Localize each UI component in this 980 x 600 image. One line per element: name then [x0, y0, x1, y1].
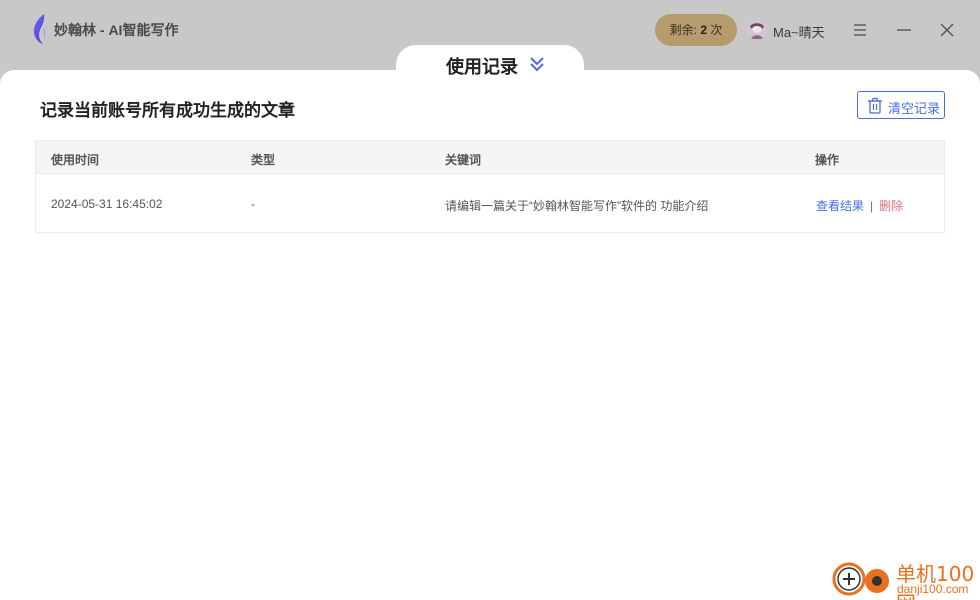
- app-logo-icon: [33, 14, 46, 44]
- clear-records-label: 清空记录: [888, 101, 941, 116]
- app-title: 妙翰林 - AI智能写作: [54, 22, 179, 38]
- cell-actions: 查看结果 | 删除: [816, 197, 903, 214]
- tab-usage-records[interactable]: 使用记录: [446, 53, 518, 79]
- menu-icon[interactable]: [851, 21, 869, 39]
- trash-icon: [868, 97, 882, 114]
- watermark-logo-icon: [832, 562, 889, 596]
- cell-type: -: [251, 197, 255, 211]
- table-header: 使用时间 类型 关键词 操作: [36, 141, 944, 174]
- cell-time: 2024-05-31 16:45:02: [51, 197, 163, 211]
- column-header-keyword: 关键词: [445, 153, 482, 167]
- minimize-icon[interactable]: [895, 21, 913, 39]
- clear-records-button[interactable]: 清空记录: [857, 91, 945, 119]
- column-header-time: 使用时间: [51, 153, 100, 167]
- remaining-count: 2: [700, 23, 707, 37]
- column-header-type: 类型: [251, 153, 276, 167]
- watermark-url: danji100.com: [897, 582, 969, 596]
- chevron-double-down-icon[interactable]: [529, 55, 545, 73]
- remaining-uses-badge: 剩余: 2 次: [655, 14, 737, 46]
- records-table: 使用时间 类型 关键词 操作 2024-05-31 16:45:02 - 请编辑…: [35, 140, 945, 233]
- remaining-suffix: 次: [710, 23, 723, 37]
- close-icon[interactable]: [938, 21, 956, 39]
- view-result-link[interactable]: 查看结果: [816, 199, 864, 213]
- column-header-actions: 操作: [815, 153, 840, 167]
- cell-keyword: 请编辑一篇关于“妙翰林智能写作”软件的 功能介绍: [445, 199, 709, 213]
- username[interactable]: Ma~晴天: [773, 22, 825, 41]
- avatar[interactable]: [747, 20, 767, 40]
- remaining-prefix: 剩余:: [669, 23, 697, 37]
- delete-link[interactable]: 删除: [879, 199, 903, 213]
- avatar-icon: [747, 20, 767, 40]
- section-title: 记录当前账号所有成功生成的文章: [40, 101, 295, 120]
- action-separator: |: [870, 199, 874, 213]
